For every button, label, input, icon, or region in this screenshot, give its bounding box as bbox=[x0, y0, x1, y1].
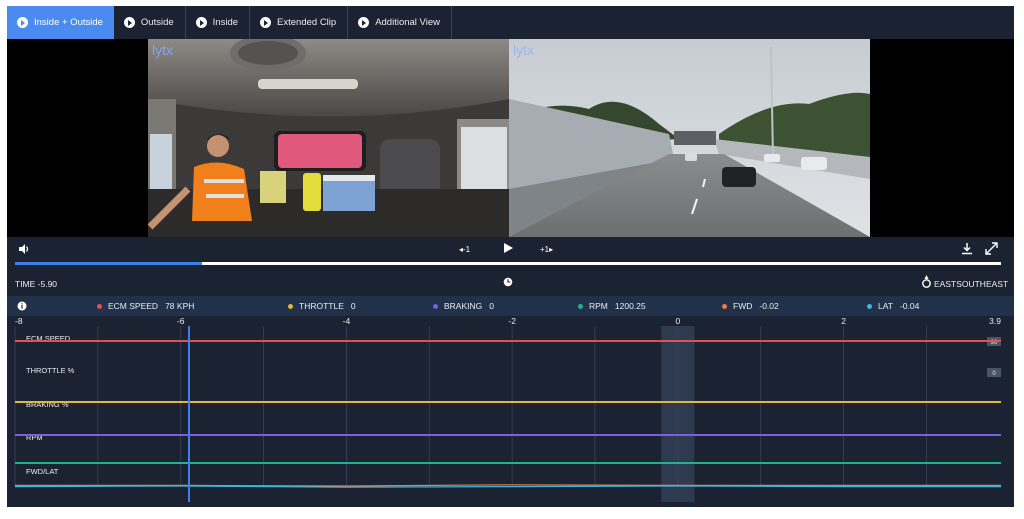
view-tabs: Inside + Outside Outside Inside Extended… bbox=[7, 6, 452, 39]
legend-dot bbox=[578, 303, 583, 309]
play-circle-icon bbox=[123, 17, 135, 28]
x-tick-label: -2 bbox=[508, 316, 516, 326]
x-tick-label: 0 bbox=[675, 316, 680, 326]
legend-fwd: FWD -0.02 bbox=[722, 301, 779, 311]
play-button[interactable] bbox=[503, 242, 514, 256]
tab-outside[interactable]: Outside bbox=[114, 6, 186, 39]
tab-inside[interactable]: Inside bbox=[186, 6, 251, 39]
legend-rpm: RPM 1200.25 bbox=[578, 301, 646, 311]
play-circle-icon bbox=[195, 17, 207, 28]
skip-forward-button[interactable]: +1▸ bbox=[540, 245, 553, 254]
playback-progress-bar[interactable] bbox=[15, 262, 1001, 265]
lytx-watermark: lytx bbox=[513, 42, 534, 58]
series-line-lat bbox=[14, 485, 1001, 488]
play-circle-icon bbox=[358, 17, 370, 28]
tab-additional-view[interactable]: Additional View bbox=[348, 6, 452, 39]
clock-icon bbox=[503, 277, 513, 289]
play-icon bbox=[504, 243, 513, 253]
tab-inside-outside[interactable]: Inside + Outside bbox=[7, 6, 114, 39]
progress-fill bbox=[15, 262, 203, 265]
volume-button[interactable] bbox=[18, 243, 30, 257]
legend-braking: BRAKING 0 bbox=[433, 301, 494, 311]
x-tick-label: -8 bbox=[15, 316, 23, 326]
arrow-right-icon: ▸ bbox=[549, 245, 554, 254]
heading-readout: EASTSOUTHEAST bbox=[934, 279, 1009, 289]
legend-dot bbox=[433, 303, 438, 309]
legend-ecm-speed: ECM SPEED 78 KPH bbox=[97, 301, 194, 311]
download-icon bbox=[962, 243, 972, 255]
skip-back-button[interactable]: ◂-1 bbox=[459, 245, 470, 254]
compass-icon bbox=[922, 275, 931, 290]
tab-extended-clip[interactable]: Extended Clip bbox=[250, 6, 349, 39]
x-tick-label: 3.9 bbox=[989, 316, 1001, 326]
legend-throttle: THROTTLE 0 bbox=[288, 301, 356, 311]
lane-label: FWD/LAT bbox=[26, 467, 59, 476]
cab-interior-scene: lytx bbox=[148, 39, 509, 237]
lane-label: THROTTLE % bbox=[26, 366, 75, 375]
video-player[interactable]: lytx lytx bbox=[7, 39, 1014, 237]
time-readout: TIME -5.90 bbox=[15, 279, 58, 289]
outside-camera-view: lytx bbox=[509, 39, 870, 237]
legend-dot bbox=[288, 303, 293, 309]
telemetry-info-row: TIME -5.90 EASTSOUTHEAST bbox=[7, 270, 1014, 296]
inside-camera-view: lytx bbox=[148, 39, 509, 237]
player-controls: ◂-1 +1▸ bbox=[7, 237, 1014, 263]
legend-lat: LAT -0.04 bbox=[867, 301, 919, 311]
x-tick-label: -4 bbox=[343, 316, 351, 326]
legend-dot bbox=[722, 303, 727, 309]
telemetry-chart-svg: -8 -6 -4 -2 0 2 3.9ECM SPEED 90THROTTLE % 0BRAKI… bbox=[14, 316, 1001, 502]
play-circle-icon bbox=[260, 17, 272, 28]
legend-dot bbox=[867, 303, 872, 309]
play-circle-icon bbox=[17, 17, 28, 28]
x-tick-label: 2 bbox=[841, 316, 846, 326]
info-icon[interactable] bbox=[17, 301, 27, 313]
video-review-panel: Inside + Outside Outside Inside Extended… bbox=[7, 6, 1014, 507]
volume-icon bbox=[19, 244, 29, 254]
legend-dot bbox=[97, 303, 102, 309]
download-button[interactable] bbox=[961, 242, 973, 257]
x-tick-label: -6 bbox=[177, 316, 185, 326]
chart-legend: ECM SPEED 78 KPH THROTTLE 0 BRAKING 0 RPM 12… bbox=[7, 296, 1014, 316]
road-scene: lytx bbox=[509, 39, 870, 237]
telemetry-chart[interactable]: -8 -6 -4 -2 0 2 3.9 ECM SPEED 90 THROTTLE % 0 BRAKI… bbox=[7, 316, 1014, 507]
expand-icon bbox=[985, 242, 998, 255]
lytx-watermark: lytx bbox=[152, 42, 173, 58]
fullscreen-button[interactable] bbox=[985, 242, 998, 257]
